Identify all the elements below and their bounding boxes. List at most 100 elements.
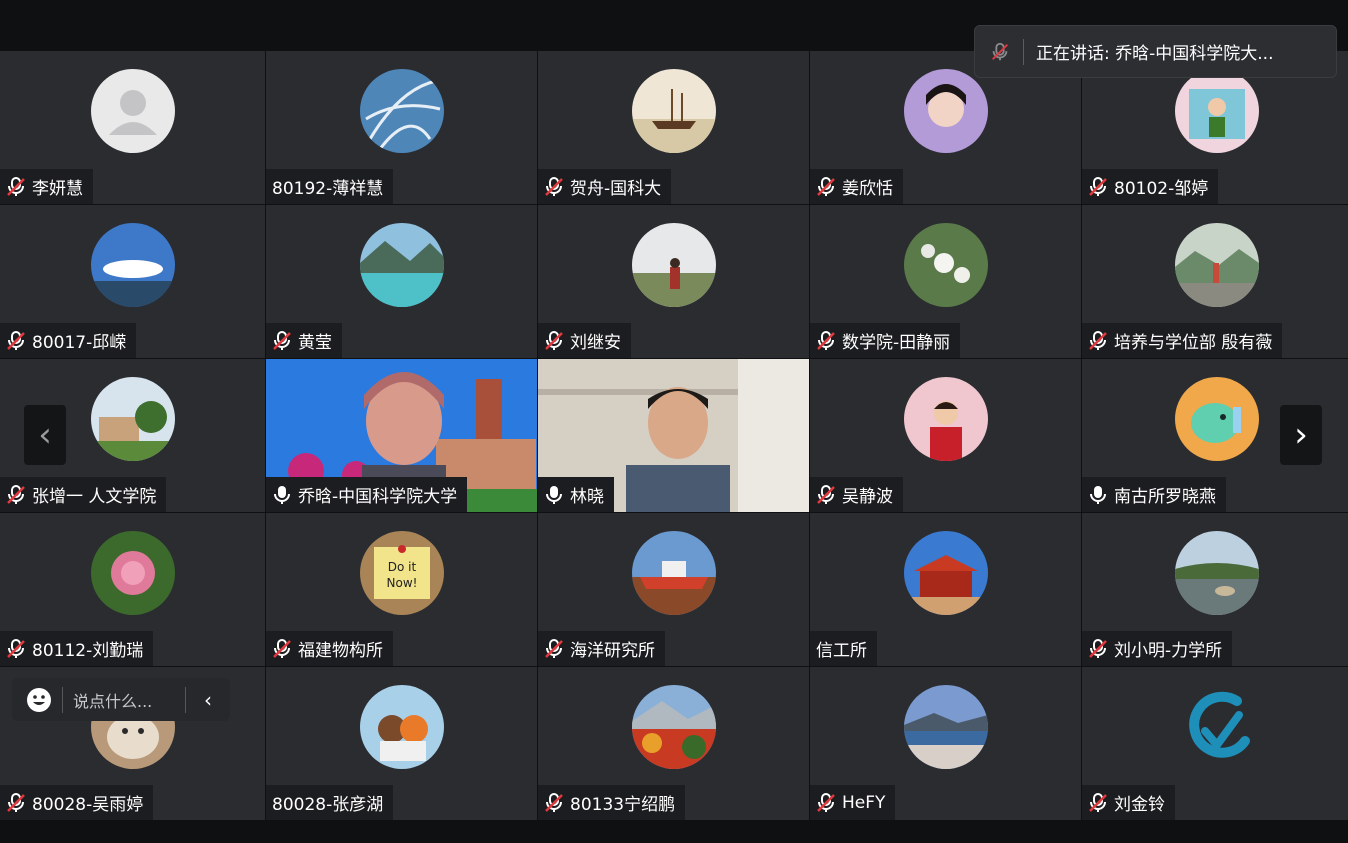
avatar [1175, 223, 1259, 307]
participant-tile[interactable]: 80028-张彦湖 [266, 667, 537, 820]
avatar [1175, 531, 1259, 615]
avatar [90, 69, 175, 153]
avatar [903, 223, 988, 307]
participant-name: 姜欣恬 [842, 179, 893, 199]
participant-nameplate: 80102-邹婷 [1082, 169, 1219, 204]
participant-tile[interactable]: 林晓 [538, 359, 809, 512]
chat-input[interactable]: 说点什么... [73, 688, 152, 712]
participant-name: 刘继安 [570, 333, 621, 353]
participant-tile[interactable]: 李妍慧 [0, 51, 265, 204]
participant-tile[interactable]: 刘金铃 [1082, 667, 1348, 820]
divider [1023, 38, 1024, 65]
participant-name: 刘小明-力学所 [1114, 641, 1223, 661]
mic-muted-icon [817, 330, 835, 350]
participant-tile[interactable]: 80192-薄祥慧 [266, 51, 537, 204]
svg-text:Do it: Do it [387, 560, 416, 574]
participant-name: HeFY [842, 792, 886, 813]
participant-nameplate: 数学院-田静丽 [810, 323, 961, 358]
participant-name: 福建物构所 [298, 641, 383, 661]
participant-nameplate: 林晓 [538, 477, 614, 512]
mic-muted-icon [545, 330, 563, 350]
participant-tile[interactable]: 80133宁绍鹏 [538, 667, 809, 820]
avatar [631, 685, 716, 769]
participant-nameplate: 80017-邱嵘 [0, 323, 137, 358]
mic-muted-icon [1089, 792, 1107, 812]
avatar [359, 223, 444, 307]
mic-muted-icon [992, 42, 1008, 60]
mic-icon [1090, 485, 1106, 504]
avatar [903, 69, 988, 153]
participant-tile[interactable]: 数学院-田静丽 [810, 205, 1081, 358]
participant-tile[interactable]: 信工所 [810, 513, 1081, 666]
mic-muted-icon [1089, 176, 1107, 196]
mic-muted-icon [7, 484, 25, 504]
prev-page-button[interactable]: ‹ [24, 405, 66, 465]
participant-name: 80133宁绍鹏 [570, 795, 676, 815]
participant-tile[interactable]: 海洋研究所 [538, 513, 809, 666]
avatar [903, 685, 988, 769]
participant-name: 吴静波 [842, 487, 893, 507]
participant-name: 80028-张彦湖 [272, 795, 384, 815]
participant-name: 张增一 人文学院 [32, 487, 157, 507]
speaking-indicator: 正在讲话: 乔晗-中国科学院大... [974, 25, 1337, 78]
participant-tile[interactable]: 黄莹 [266, 205, 537, 358]
participant-nameplate: 乔晗-中国科学院大学 [266, 477, 468, 512]
avatar: Do it Now! [359, 531, 444, 615]
chevron-left-icon: ‹ [38, 415, 52, 455]
participant-tile[interactable]: 贺舟-国科大 [538, 51, 809, 204]
participant-name: 培养与学位部 殷有薇 [1114, 333, 1273, 353]
participant-name: 80102-邹婷 [1114, 179, 1209, 199]
participant-tile[interactable]: 80112-刘勤瑞 [0, 513, 265, 666]
participant-name: 黄莹 [298, 333, 332, 353]
participant-nameplate: 刘继安 [538, 323, 631, 358]
participant-tile[interactable]: 刘小明-力学所 [1082, 513, 1348, 666]
participant-name: 80192-薄祥慧 [272, 179, 384, 199]
avatar [359, 69, 444, 153]
participant-tile[interactable]: 80017-邱嵘 [0, 205, 265, 358]
mic-muted-icon [1089, 638, 1107, 658]
mic-muted-icon [817, 484, 835, 504]
participant-nameplate: 80192-薄祥慧 [266, 169, 394, 204]
participant-nameplate: 海洋研究所 [538, 631, 665, 666]
avatar [359, 685, 444, 769]
participant-tile[interactable]: Do it Now! 福建物构所 [266, 513, 537, 666]
participant-nameplate: 80028-张彦湖 [266, 785, 394, 820]
participant-name: 数学院-田静丽 [842, 333, 951, 353]
divider [62, 686, 63, 713]
participant-name: 南古所罗晓燕 [1114, 487, 1216, 507]
mic-icon [546, 485, 562, 504]
mic-muted-icon [545, 792, 563, 812]
participant-nameplate: 李妍慧 [0, 169, 93, 204]
avatar [1175, 69, 1259, 153]
avatar [90, 531, 175, 615]
participant-nameplate: 福建物构所 [266, 631, 393, 666]
speaking-label: 正在讲话: 乔晗-中国科学院大... [1036, 44, 1274, 64]
participant-tile[interactable]: HeFY [810, 667, 1081, 820]
participant-tile[interactable]: 培养与学位部 殷有薇 [1082, 205, 1348, 358]
mic-muted-icon [273, 330, 291, 350]
participant-tile[interactable]: 乔晗-中国科学院大学 [266, 359, 537, 512]
participant-nameplate: 黄莹 [266, 323, 342, 358]
next-page-button[interactable]: › [1280, 405, 1322, 465]
mic-muted-icon [273, 638, 291, 658]
mic-muted-icon [1089, 330, 1107, 350]
participant-nameplate: 南古所罗晓燕 [1082, 477, 1226, 512]
participant-tile[interactable]: 刘继安 [538, 205, 809, 358]
participant-nameplate: 信工所 [810, 631, 877, 666]
emoji-icon[interactable] [26, 687, 52, 713]
mic-muted-icon [7, 330, 25, 350]
participant-name: 乔晗-中国科学院大学 [298, 487, 458, 507]
avatar [903, 377, 988, 461]
avatar [90, 223, 175, 307]
participant-name: 林晓 [570, 487, 604, 507]
participant-nameplate: 吴静波 [810, 477, 903, 512]
mic-muted-icon [545, 638, 563, 658]
participant-nameplate: 80112-刘勤瑞 [0, 631, 154, 666]
mic-muted-icon [7, 638, 25, 658]
participant-name: 海洋研究所 [570, 641, 655, 661]
participant-tile[interactable]: 吴静波 [810, 359, 1081, 512]
avatar [631, 69, 716, 153]
mic-muted-icon [545, 176, 563, 196]
participant-name: 李妍慧 [32, 179, 83, 199]
collapse-chat-button[interactable]: ‹ [186, 688, 230, 712]
